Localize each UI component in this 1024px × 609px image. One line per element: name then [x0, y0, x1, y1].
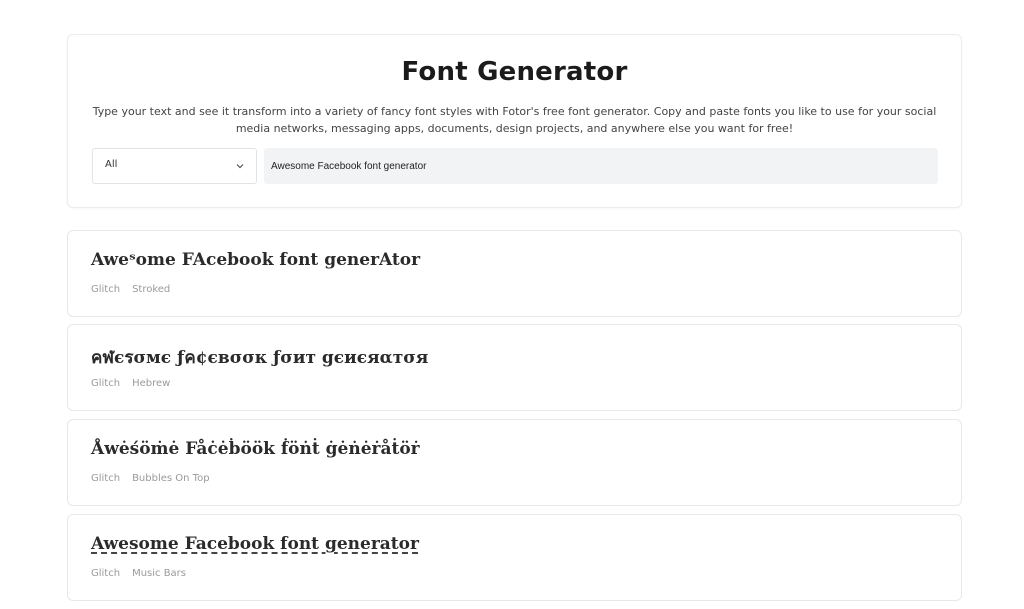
- tag: Music Bars: [132, 568, 187, 579]
- font-result-text: Aweˢome FAcebook font generAtor: [91, 250, 421, 270]
- tag: Glitch: [91, 568, 121, 579]
- tag: Glitch: [91, 473, 121, 484]
- font-result-text: Åwėśöṁė Fåċėḃöök ḟöṅṫ ġėṅėṙåṫöṙ: [91, 439, 420, 459]
- font-result-text: Awesome Facebook font generator: [91, 534, 419, 554]
- font-text-input[interactable]: [264, 148, 938, 184]
- tag: Bubbles On Top: [132, 473, 210, 484]
- font-result-card[interactable]: คฬєรσмє ƒค¢євσσк ƒσит gєиєяαтσя Glitch H…: [67, 324, 962, 411]
- font-result-tags: Glitch Hebrew: [91, 378, 170, 389]
- font-result-tags: Glitch Stroked: [91, 284, 170, 295]
- font-result-card[interactable]: Åwėśöṁė Fåċėḃöök ḟöṅṫ ġėṅėṙåṫöṙ Glitch B…: [67, 419, 962, 506]
- tag: Stroked: [132, 284, 171, 295]
- chevron-down-icon: [236, 164, 244, 169]
- tag: Glitch: [91, 284, 121, 295]
- font-result-tags: Glitch Bubbles On Top: [91, 473, 210, 484]
- font-result-card[interactable]: Awesome Facebook font generator Glitch M…: [67, 514, 962, 601]
- font-result-text: คฬєรσмє ƒค¢євσσк ƒσит gєиєяαтσя: [91, 348, 429, 368]
- header-card: Font Generator Type your text and see it…: [67, 34, 962, 208]
- category-select[interactable]: All: [92, 148, 257, 184]
- page-description: Type your text and see it transform into…: [92, 105, 937, 135]
- page: Font Generator Type your text and see it…: [0, 0, 1024, 609]
- tag: Glitch: [91, 378, 121, 389]
- tag: Hebrew: [132, 378, 171, 389]
- category-select-value: All: [105, 159, 118, 170]
- font-result-card[interactable]: Aweˢome FAcebook font generAtor Glitch S…: [67, 230, 962, 317]
- font-result-tags: Glitch Music Bars: [91, 568, 186, 579]
- page-title: Font Generator: [401, 57, 628, 87]
